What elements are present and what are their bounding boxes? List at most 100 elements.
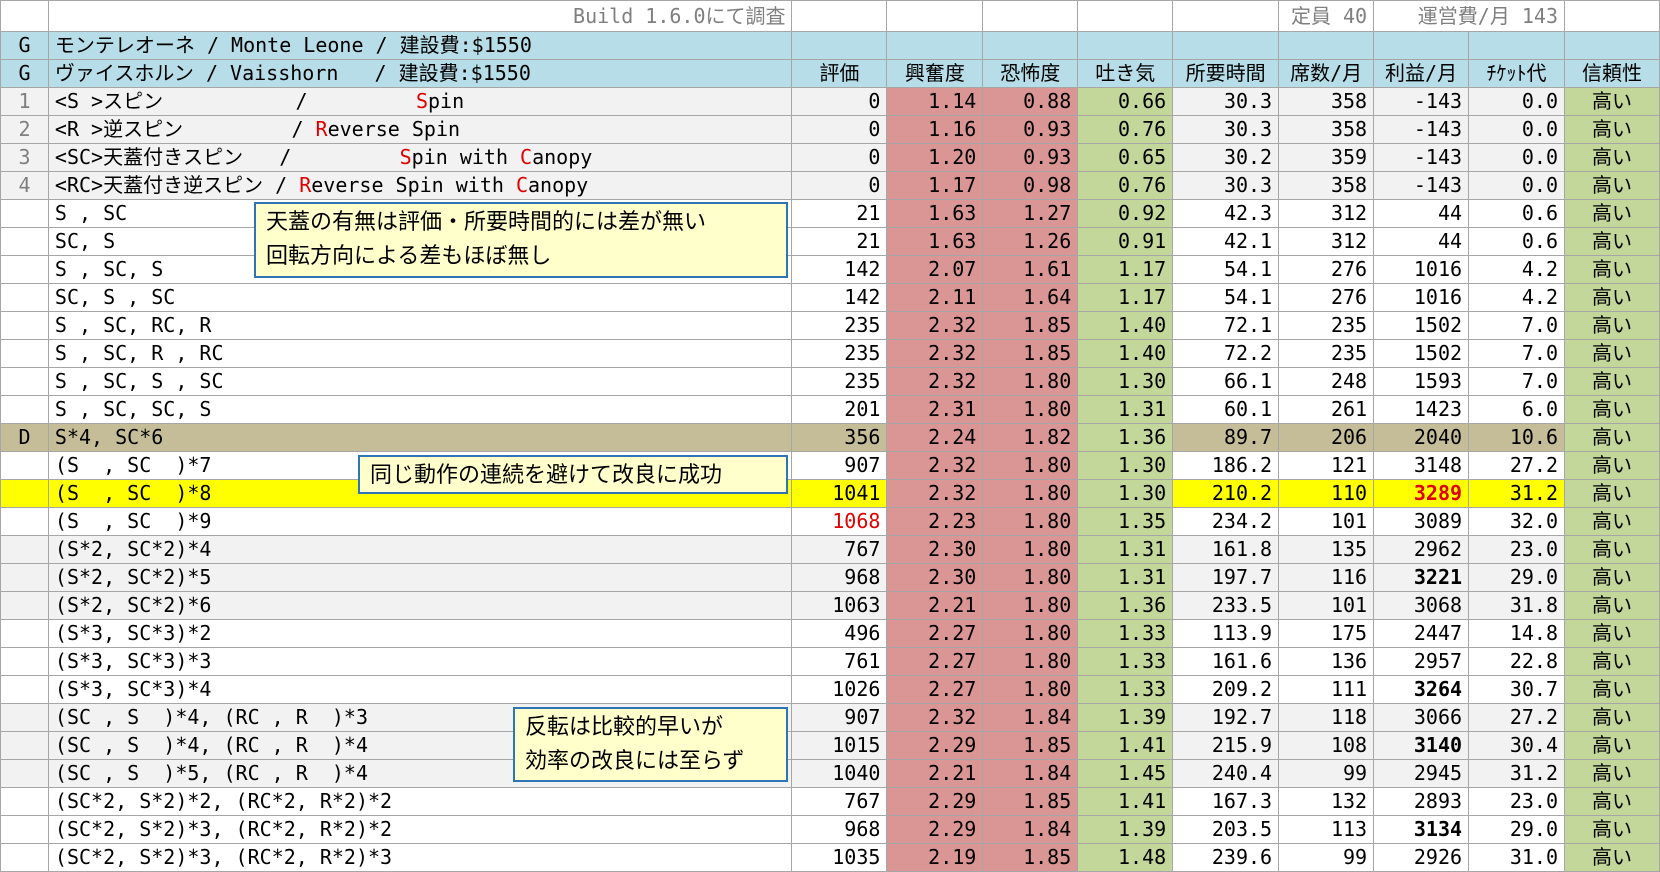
ticket-price-cell[interactable]: 0.0 xyxy=(1468,143,1565,172)
rating-cell[interactable]: 142 xyxy=(791,255,888,284)
pattern-cell[interactable]: (S*3, SC*3)*4 xyxy=(47,675,793,704)
pattern-cell[interactable]: (S*2, SC*2)*4 xyxy=(47,535,793,564)
rating-cell[interactable]: 142 xyxy=(791,283,888,312)
seats-per-month-cell[interactable]: 99 xyxy=(1278,843,1375,872)
fear-cell[interactable]: 1.84 xyxy=(982,759,1079,788)
nausea-cell[interactable]: 1.41 xyxy=(1077,787,1174,816)
profit-per-month-cell[interactable]: 2040 xyxy=(1373,423,1470,452)
nausea-cell[interactable]: 0.66 xyxy=(1077,87,1174,116)
nausea-cell[interactable]: 1.41 xyxy=(1077,731,1174,760)
excitement-cell[interactable]: 2.32 xyxy=(886,339,984,368)
reliability-cell[interactable]: 高い xyxy=(1564,731,1660,760)
profit-per-month-cell[interactable]: 1593 xyxy=(1373,367,1470,396)
pattern-cell[interactable]: S , SC, R , RC xyxy=(47,339,793,368)
nausea-cell[interactable]: 1.35 xyxy=(1077,507,1174,536)
fear-cell[interactable]: 0.88 xyxy=(982,87,1079,116)
pattern-cell[interactable]: SC, S , SC xyxy=(47,283,793,312)
excitement-cell[interactable]: 1.20 xyxy=(886,143,984,172)
profit-per-month-cell[interactable]: 3140 xyxy=(1373,731,1470,760)
profit-per-month-cell[interactable]: 1502 xyxy=(1373,311,1470,340)
duration-cell[interactable]: 30.3 xyxy=(1172,87,1280,116)
reliability-cell[interactable]: 高い xyxy=(1564,451,1660,480)
seats-per-month-cell[interactable]: 108 xyxy=(1278,731,1375,760)
ticket-price-cell[interactable]: 27.2 xyxy=(1468,451,1565,480)
ticket-price-cell[interactable]: 27.2 xyxy=(1468,703,1565,732)
ticket-price-cell[interactable]: 0.0 xyxy=(1468,87,1565,116)
row-index[interactable]: D xyxy=(0,423,49,452)
cell[interactable] xyxy=(1077,0,1174,32)
duration-cell[interactable]: 233.5 xyxy=(1172,591,1280,620)
seats-per-month-cell[interactable]: 206 xyxy=(1278,423,1375,452)
header-seats-per-month[interactable]: 席数/月 xyxy=(1278,59,1375,88)
fear-cell[interactable]: 1.85 xyxy=(982,731,1079,760)
profit-per-month-cell[interactable]: 3221 xyxy=(1373,563,1470,592)
duration-cell[interactable]: 161.8 xyxy=(1172,535,1280,564)
ticket-price-cell[interactable]: 10.6 xyxy=(1468,423,1565,452)
excitement-cell[interactable]: 2.29 xyxy=(886,731,984,760)
fear-cell[interactable]: 1.80 xyxy=(982,591,1079,620)
excitement-cell[interactable]: 1.17 xyxy=(886,171,984,200)
pattern-cell[interactable]: S , SC, RC, R xyxy=(47,311,793,340)
row-index[interactable] xyxy=(0,311,49,340)
profit-per-month-cell[interactable]: 3089 xyxy=(1373,507,1470,536)
excitement-cell[interactable]: 1.14 xyxy=(886,87,984,116)
nausea-cell[interactable]: 1.36 xyxy=(1077,423,1174,452)
ticket-price-cell[interactable]: 7.0 xyxy=(1468,367,1565,396)
rating-cell[interactable]: 1063 xyxy=(791,591,888,620)
seats-per-month-cell[interactable]: 276 xyxy=(1278,255,1375,284)
duration-cell[interactable]: 161.6 xyxy=(1172,647,1280,676)
fear-cell[interactable]: 1.80 xyxy=(982,395,1079,424)
reliability-cell[interactable]: 高い xyxy=(1564,815,1660,844)
cell[interactable] xyxy=(886,0,984,32)
row-index[interactable]: 4 xyxy=(0,171,49,200)
header-ticket-price[interactable]: ﾁｹｯﾄ代 xyxy=(1468,59,1565,88)
profit-per-month-cell[interactable]: 2962 xyxy=(1373,535,1470,564)
reliability-cell[interactable]: 高い xyxy=(1564,423,1660,452)
profit-per-month-cell[interactable]: 3289 xyxy=(1373,479,1470,508)
header-duration[interactable]: 所要時間 xyxy=(1172,59,1280,88)
duration-cell[interactable]: 42.1 xyxy=(1172,227,1280,256)
nausea-cell[interactable]: 1.39 xyxy=(1077,815,1174,844)
duration-cell[interactable]: 66.1 xyxy=(1172,367,1280,396)
ticket-price-cell[interactable]: 0.6 xyxy=(1468,199,1565,228)
row-index[interactable] xyxy=(0,591,49,620)
ticket-price-cell[interactable]: 31.2 xyxy=(1468,479,1565,508)
fear-cell[interactable]: 0.98 xyxy=(982,171,1079,200)
pattern-cell[interactable]: <RC>天蓋付き逆スピン / Reverse Spin with Canopy xyxy=(47,171,793,200)
fear-cell[interactable]: 1.80 xyxy=(982,507,1079,536)
fear-cell[interactable]: 1.80 xyxy=(982,367,1079,396)
rating-cell[interactable]: 1015 xyxy=(791,731,888,760)
duration-cell[interactable]: 167.3 xyxy=(1172,787,1280,816)
nausea-cell[interactable]: 0.76 xyxy=(1077,115,1174,144)
row-index[interactable] xyxy=(0,339,49,368)
reliability-cell[interactable]: 高い xyxy=(1564,311,1660,340)
row-index[interactable] xyxy=(0,675,49,704)
reliability-cell[interactable]: 高い xyxy=(1564,619,1660,648)
rating-cell[interactable]: 907 xyxy=(791,451,888,480)
excitement-cell[interactable]: 2.27 xyxy=(886,647,984,676)
row-index[interactable] xyxy=(0,815,49,844)
nausea-cell[interactable]: 1.39 xyxy=(1077,703,1174,732)
reliability-cell[interactable]: 高い xyxy=(1564,675,1660,704)
excitement-cell[interactable]: 2.21 xyxy=(886,759,984,788)
nausea-cell[interactable]: 0.91 xyxy=(1077,227,1174,256)
profit-per-month-cell[interactable]: 2447 xyxy=(1373,619,1470,648)
profit-per-month-cell[interactable]: -143 xyxy=(1373,143,1470,172)
pattern-cell[interactable]: <S >スピン / Spin xyxy=(47,87,793,116)
nausea-cell[interactable]: 1.31 xyxy=(1077,395,1174,424)
reliability-cell[interactable]: 高い xyxy=(1564,115,1660,144)
duration-cell[interactable]: 209.2 xyxy=(1172,675,1280,704)
ticket-price-cell[interactable]: 30.7 xyxy=(1468,675,1565,704)
seats-per-month-cell[interactable]: 118 xyxy=(1278,703,1375,732)
reliability-cell[interactable]: 高い xyxy=(1564,759,1660,788)
duration-cell[interactable]: 203.5 xyxy=(1172,815,1280,844)
duration-cell[interactable]: 30.2 xyxy=(1172,143,1280,172)
profit-per-month-cell[interactable]: 1016 xyxy=(1373,255,1470,284)
pattern-cell[interactable]: <R >逆スピン / Reverse Spin xyxy=(47,115,793,144)
profit-per-month-cell[interactable]: 3134 xyxy=(1373,815,1470,844)
excitement-cell[interactable]: 2.21 xyxy=(886,591,984,620)
seats-per-month-cell[interactable]: 175 xyxy=(1278,619,1375,648)
excitement-cell[interactable]: 2.32 xyxy=(886,703,984,732)
pattern-cell[interactable]: (S*3, SC*3)*3 xyxy=(47,647,793,676)
row-index[interactable]: 1 xyxy=(0,87,49,116)
